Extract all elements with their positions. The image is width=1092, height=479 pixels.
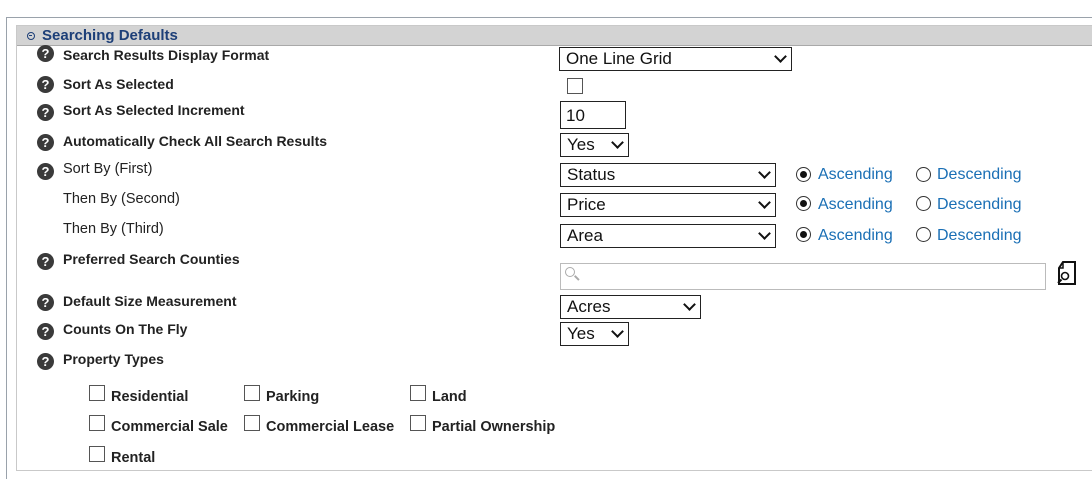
sort-third-ascending-label[interactable]: Ascending [818,227,893,245]
help-icon[interactable]: ? [37,294,54,311]
counties-label: Preferred Search Counties [63,251,240,267]
chevron-down-icon [758,227,771,240]
commercial-sale-checkbox[interactable] [89,415,105,431]
chevron-down-icon [611,136,624,149]
panel-header[interactable]: Searching Defaults [17,26,1092,46]
help-icon[interactable]: ? [37,323,54,340]
residential-checkbox[interactable] [89,385,105,401]
commercial-lease-label[interactable]: Commercial Lease [266,419,394,435]
sort-second-descending-radio[interactable] [916,196,931,211]
panel-title: Searching Defaults [42,27,178,44]
sort-first-ascending-radio[interactable] [796,167,811,182]
property-types-label: Property Types [63,351,164,367]
size-measurement-label: Default Size Measurement [63,293,237,309]
land-label[interactable]: Land [432,389,467,405]
sort-second-ascending-radio[interactable] [796,196,811,211]
sort-second-value: Price [567,195,606,214]
commercial-lease-checkbox[interactable] [244,415,260,431]
chevron-down-icon [611,325,624,338]
sort-third-select[interactable]: Area [560,224,776,248]
auto-check-label: Automatically Check All Search Results [63,133,328,149]
parking-checkbox[interactable] [244,385,260,401]
search-icon [565,267,575,277]
sort-third-label: Then By (Third) [63,221,164,237]
display-format-value: One Line Grid [566,49,672,68]
sort-first-descending-radio[interactable] [916,167,931,182]
sort-first-descending-label[interactable]: Descending [937,166,1022,184]
collapse-icon[interactable] [27,31,35,40]
sort-third-ascending-radio[interactable] [796,227,811,242]
help-icon[interactable]: ? [37,104,54,121]
rental-label[interactable]: Rental [111,450,155,466]
partial-ownership-checkbox[interactable] [410,415,426,431]
auto-check-select[interactable]: Yes [560,133,629,157]
land-checkbox[interactable] [410,385,426,401]
sort-third-descending-radio[interactable] [916,227,931,242]
sort-first-value: Status [567,165,616,184]
sort-third-value: Area [567,226,603,245]
chevron-down-icon [683,298,696,311]
sort-first-select[interactable]: Status [560,163,776,187]
help-icon[interactable]: ? [37,45,54,62]
help-icon[interactable]: ? [37,163,54,180]
display-format-label: Search Results Display Format [63,47,270,63]
partial-ownership-label[interactable]: Partial Ownership [432,419,555,435]
rental-checkbox[interactable] [89,446,105,462]
sort-second-select[interactable]: Price [560,193,776,217]
help-icon[interactable]: ? [37,253,54,270]
sort-third-descending-label[interactable]: Descending [937,227,1022,245]
help-icon[interactable]: ? [37,353,54,370]
chevron-down-icon [758,196,771,209]
sort-as-selected-label: Sort As Selected [63,76,174,92]
counties-search-input[interactable] [560,263,1046,290]
sort-second-descending-label[interactable]: Descending [937,196,1022,214]
sort-as-selected-checkbox[interactable] [567,78,583,94]
counts-on-fly-select[interactable]: Yes [560,322,629,346]
chevron-down-icon [774,50,787,63]
sort-increment-input[interactable]: 10 [560,101,626,129]
counts-on-fly-label: Counts On The Fly [63,321,188,337]
help-icon[interactable]: ? [37,76,54,93]
counts-on-fly-value: Yes [567,324,595,343]
sort-first-ascending-label[interactable]: Ascending [818,166,893,184]
sort-second-label: Then By (Second) [63,191,180,207]
chevron-down-icon [758,166,771,179]
size-measurement-select[interactable]: Acres [560,295,701,319]
lookup-icon[interactable] [1056,259,1080,287]
help-icon[interactable]: ? [37,134,54,151]
size-measurement-value: Acres [567,297,611,316]
parking-label[interactable]: Parking [266,389,319,405]
sort-increment-value: 10 [566,106,585,125]
sort-first-label: Sort By (First) [63,161,153,177]
sort-increment-label: Sort As Selected Increment [63,102,245,118]
commercial-sale-label[interactable]: Commercial Sale [111,419,228,435]
residential-label[interactable]: Residential [111,389,188,405]
sort-second-ascending-label[interactable]: Ascending [818,196,893,214]
auto-check-value: Yes [567,135,595,154]
display-format-select[interactable]: One Line Grid [559,47,792,71]
